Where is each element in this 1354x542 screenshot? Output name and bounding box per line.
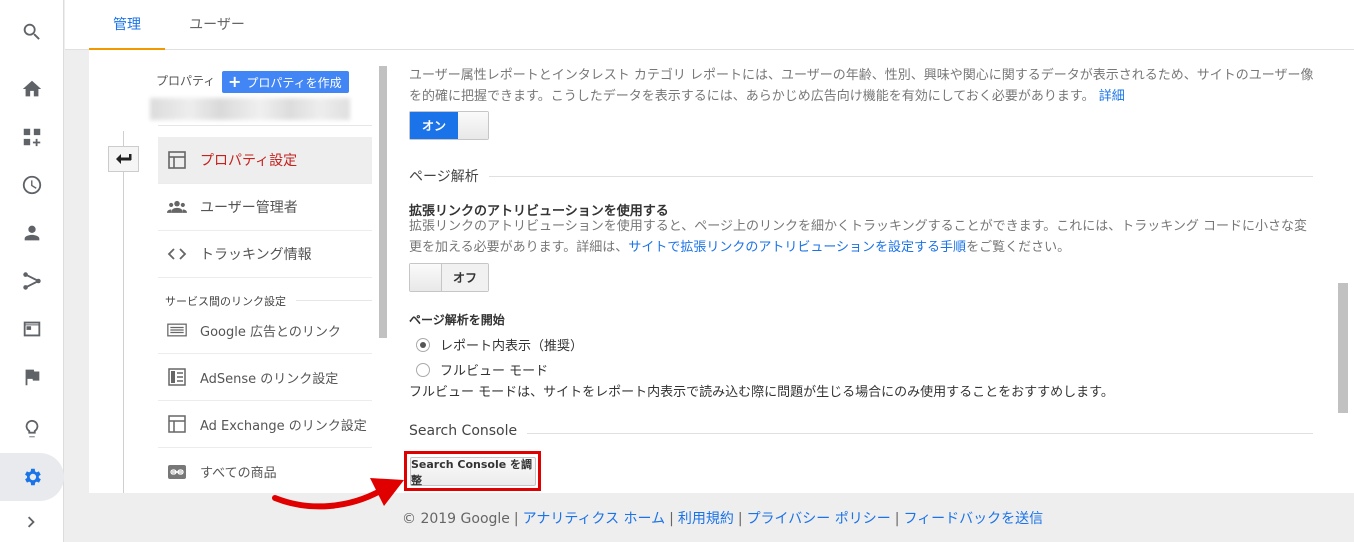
adjust-search-console-button[interactable]: Search Console を調整 [410, 457, 536, 487]
nav-item-label: すべての商品 [200, 466, 277, 481]
section-divider [409, 433, 1313, 434]
person-icon[interactable] [0, 209, 64, 257]
search-console-title: Search Console [409, 423, 528, 439]
nav-item-label: トラッキング情報 [200, 247, 312, 263]
section-divider [409, 176, 1313, 177]
google-ads-icon [166, 320, 188, 340]
toggle-knob [458, 112, 488, 139]
property-name-blurred[interactable] [150, 98, 350, 120]
tab-user[interactable]: ユーザー [175, 0, 259, 50]
footer-link-analytics-home[interactable]: アナリティクス ホーム [523, 511, 666, 527]
radio-full-view[interactable]: フルビュー モード [416, 360, 548, 379]
left-rail [0, 0, 64, 542]
plus-icon: + [228, 72, 242, 91]
demographics-learn-more-link[interactable]: 詳細 [1099, 89, 1125, 104]
create-property-button[interactable]: + プロパティを作成 [222, 71, 349, 93]
demographics-text-line: ユーザー属性レポートとインタレスト カテゴリ レポートには、ユーザーの年齢、性別… [409, 68, 1314, 83]
column-divider [123, 131, 124, 493]
enhanced-link-setup-link[interactable]: サイトで拡張リンクのアトリビューションを設定する手順 [628, 240, 966, 255]
copyright: © 2019 Google [402, 511, 510, 527]
property-label: プロパティ [156, 74, 216, 88]
top-tab-bar: 管理 ユーザー [65, 0, 1354, 50]
page-analytics-title: ページ解析 [409, 166, 489, 186]
clock-icon[interactable] [0, 161, 64, 209]
gear-icon[interactable] [0, 453, 64, 501]
demographics-description: ユーザー属性レポートとインタレスト カテゴリ レポートには、ユーザーの年齢、性別… [409, 65, 1314, 107]
nav-item-adsense-link[interactable]: AdSense のリンク設定 [158, 354, 372, 401]
nav-item-user-management[interactable]: ユーザー管理者 [158, 184, 372, 231]
nav-item-google-ads-link[interactable]: Google 広告とのリンク [158, 307, 372, 354]
enhanced-link-text-line: 拡張リンクのアトリビューションを使用すると、ページ上のリンクを細かくトラッキング… [409, 219, 1308, 234]
tab-admin[interactable]: 管理 [89, 0, 165, 50]
link-icon [166, 462, 188, 482]
divider [158, 125, 372, 126]
enhanced-link-text-line: 更を加える必要があります。詳細は、 [409, 240, 629, 255]
lightbulb-icon[interactable] [0, 405, 64, 453]
enhanced-link-description: 拡張リンクのアトリビューションを使用すると、ページ上のリンクを細かくトラッキング… [409, 216, 1307, 258]
radio-label: レポート内表示（推奨） [440, 339, 584, 354]
toggle-knob [410, 264, 442, 291]
code-icon [166, 244, 188, 264]
radio-label: フルビュー モード [440, 364, 549, 379]
footer-link-terms[interactable]: 利用規約 [678, 511, 734, 527]
back-button[interactable] [108, 146, 139, 172]
footer-link-feedback[interactable]: フィードバックを送信 [903, 511, 1043, 527]
nav-item-label: ユーザー管理者 [200, 200, 298, 216]
toggle-on-label: オン [410, 112, 458, 139]
radio-unselected-icon [416, 362, 430, 377]
radio-selected-icon [416, 337, 430, 352]
demographics-toggle[interactable]: オン [409, 111, 489, 140]
ad-exchange-icon [166, 414, 188, 434]
nav-item-label: AdSense のリンク設定 [200, 371, 339, 387]
red-arrow-annotation [272, 478, 404, 510]
acquisition-icon[interactable] [0, 257, 64, 305]
chevron-right-icon[interactable] [0, 498, 64, 542]
enhanced-link-toggle[interactable]: オフ [409, 263, 489, 292]
content-scrollbar[interactable] [1338, 283, 1348, 413]
footer-link-privacy[interactable]: プライバシー ポリシー [747, 511, 891, 527]
enhanced-link-text-line: をご覧ください。 [966, 240, 1071, 255]
nav-item-ad-exchange-link[interactable]: Ad Exchange のリンク設定 [158, 401, 372, 448]
nav-item-label: プロパティ設定 [200, 153, 298, 169]
full-view-note: フルビュー モードは、サイトをレポート内表示で読み込む際に問題が生じる場合にのみ… [409, 385, 1114, 400]
radio-in-report[interactable]: レポート内表示（推奨） [416, 335, 583, 354]
nav-scrollbar[interactable] [379, 66, 387, 338]
create-property-label: プロパティを作成 [246, 75, 342, 90]
toggle-off-label: オフ [442, 264, 488, 291]
nav-item-property-settings[interactable]: プロパティ設定 [158, 137, 372, 184]
behavior-icon[interactable] [0, 305, 64, 353]
back-arrow-icon [115, 154, 131, 164]
demographics-text-line: を的確に把握できます。こうしたデータを表示するには、あらかじめ広告向け機能を有効… [409, 89, 1095, 104]
nav-item-tracking-info[interactable]: トラッキング情報 [158, 231, 372, 278]
property-settings-icon [166, 150, 188, 170]
nav-item-label: Google 広告とのリンク [200, 324, 341, 340]
search-icon[interactable] [0, 8, 64, 56]
nav-item-label: Ad Exchange のリンク設定 [200, 418, 367, 434]
page-analytics-start-heading: ページ解析を開始 [409, 313, 505, 327]
home-icon[interactable] [0, 65, 64, 113]
adsense-icon [166, 367, 188, 387]
dashboard-icon[interactable] [0, 113, 64, 161]
divider [296, 300, 372, 301]
users-icon [166, 197, 188, 217]
flag-icon[interactable] [0, 353, 64, 401]
